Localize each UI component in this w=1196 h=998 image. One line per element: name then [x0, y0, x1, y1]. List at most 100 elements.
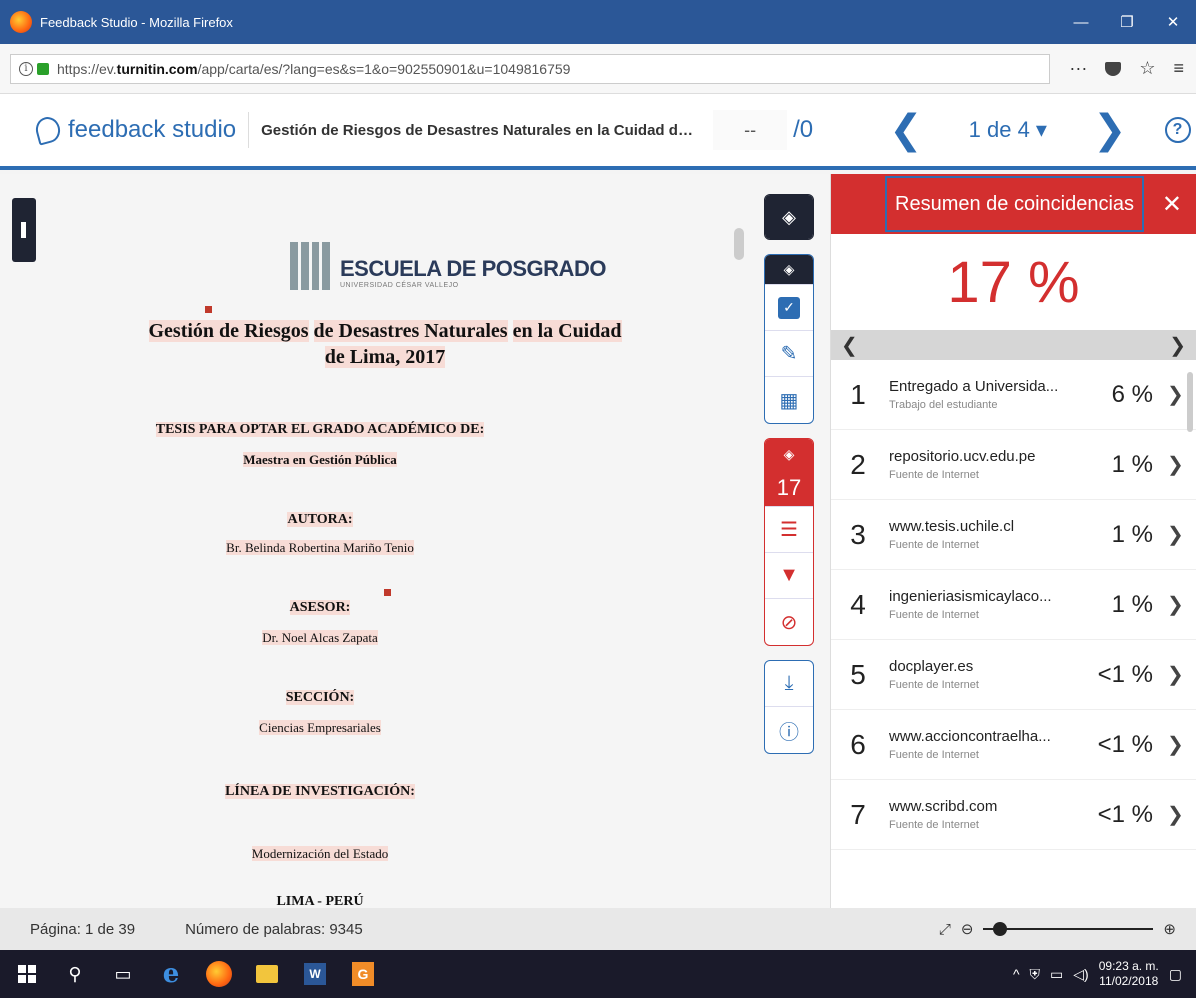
chevron-right-icon[interactable]: ❯ [1167, 382, 1184, 407]
match-marker-icon[interactable] [205, 306, 212, 313]
panel-title: Resumen de coincidencias [885, 176, 1145, 232]
search-icon[interactable]: ⚲ [54, 950, 96, 998]
feedback-edit-icon[interactable]: ✎ [765, 331, 813, 377]
chevron-right-icon[interactable]: ❯ [1167, 802, 1184, 827]
window-controls: — ❐ ✕ [1058, 0, 1196, 44]
title-highlight-3[interactable]: de Desastres Naturales [313, 320, 508, 342]
match-type: Fuente de Internet [889, 609, 979, 621]
menu-icon[interactable]: ≡ [1173, 58, 1184, 79]
url-prefix: https://ev. [57, 60, 117, 77]
match-row[interactable]: 5 docplayer.es Fuente de Internet <1 % ❯ [831, 640, 1196, 710]
pocket-icon[interactable] [1105, 61, 1122, 76]
similarity-score-button[interactable]: 17 [765, 469, 813, 507]
info-icon[interactable]: i [19, 61, 33, 76]
browser-action-icons: ··· ☆ ≡ [1069, 58, 1184, 79]
security-shield-icon[interactable]: ⛨ [1030, 966, 1041, 983]
help-icon[interactable]: ? [1164, 117, 1191, 143]
ucv-crest-logo [290, 242, 330, 290]
file-explorer-icon[interactable] [246, 950, 288, 998]
grading-checkbox-icon[interactable]: ✓ [765, 285, 813, 331]
title-highlight-1[interactable]: Gestión de [148, 320, 245, 342]
match-row[interactable]: 2 repositorio.ucv.edu.pe Fuente de Inter… [831, 430, 1196, 500]
filter-icon[interactable]: ▼ [765, 553, 813, 599]
download-icon[interactable]: ⤓ [765, 661, 813, 707]
match-overview-icon[interactable]: ☰ [765, 507, 813, 553]
chevron-right-icon[interactable]: ❯ [1167, 662, 1184, 687]
minimize-button[interactable]: — [1058, 0, 1104, 44]
match-list: 1 Entregado a Universida... Trabajo del … [831, 360, 1196, 850]
panel-scrollbar[interactable] [1187, 372, 1193, 432]
grading-layer-icon[interactable]: ◈ [765, 255, 813, 285]
chevron-right-icon[interactable]: ❯ [1167, 522, 1184, 547]
pager-prev-icon[interactable]: ❮ [841, 333, 858, 358]
match-marker-icon[interactable] [384, 589, 391, 596]
address-bar[interactable]: i https://ev.turnitin.com/app/carta/es/?… [10, 53, 1050, 84]
match-row[interactable]: 4 ingenieriasismicaylaco... Fuente de In… [831, 570, 1196, 640]
bookmark-star-icon[interactable]: ☆ [1139, 58, 1155, 79]
close-window-button[interactable]: ✕ [1150, 0, 1196, 44]
windows-taskbar: ⚲ ▭ e W G ^ ⛨ ▭ ◁) 09:23 a. m. 11/02/201… [0, 950, 1196, 998]
app-g-icon[interactable]: G [342, 950, 384, 998]
zoom-slider[interactable] [983, 922, 1154, 936]
feedback-studio-logo-icon [33, 114, 63, 146]
similarity-layer-icon[interactable]: ◈ [765, 439, 813, 469]
match-source: ingenieriasismicaylaco... Fuente de Inte… [889, 588, 1081, 621]
page-count: Página: 1 de 39 [30, 920, 136, 938]
chevron-right-icon[interactable]: ❯ [1167, 452, 1184, 477]
prev-paper-button[interactable]: ❮ [889, 107, 923, 153]
tray-chevron-icon[interactable]: ^ [1013, 966, 1020, 982]
match-row[interactable]: 1 Entregado a Universida... Trabajo del … [831, 360, 1196, 430]
match-source: www.accioncontraelha... Fuente de Intern… [889, 728, 1081, 761]
document-page: ESCUELA DE POSGRADO UNIVERSIDAD CÉSAR VA… [40, 194, 730, 909]
section-label: SECCIÓN: [285, 690, 355, 705]
task-view-icon[interactable]: ▭ [102, 950, 144, 998]
match-row[interactable]: 3 www.tesis.uchile.cl Fuente de Internet… [831, 500, 1196, 570]
zoom-out-icon[interactable]: ⊖ [961, 920, 974, 938]
match-row[interactable]: 7 www.scribd.com Fuente de Internet <1 %… [831, 780, 1196, 850]
document-title[interactable]: Gestión de Riesgos de Desastres Naturale… [261, 122, 701, 139]
research-line-label: LÍNEA DE INVESTIGACIÓN: [225, 784, 415, 799]
similarity-tools-group: ◈ 17 ☰ ▼ ⊘ [764, 438, 814, 646]
exclude-icon[interactable]: ⊘ [765, 599, 813, 645]
grade-total: /0 [793, 116, 814, 143]
chevron-right-icon[interactable]: ❯ [1167, 592, 1184, 617]
fit-page-icon[interactable]: ⤢ [939, 921, 951, 938]
layers-icon[interactable]: ◈ [765, 195, 813, 239]
title-highlight-4[interactable]: en la Cuidad [512, 320, 622, 342]
rubric-grid-icon[interactable]: ▦ [765, 377, 813, 423]
side-panel-handle[interactable] [12, 198, 36, 262]
close-panel-icon[interactable]: ✕ [1162, 190, 1182, 219]
window-titlebar: Feedback Studio - Mozilla Firefox — ❐ ✕ [0, 0, 1196, 44]
match-type: Trabajo del estudiante [889, 399, 998, 411]
page-actions-icon[interactable]: ··· [1069, 58, 1087, 79]
document-scrollbar[interactable] [734, 228, 744, 260]
browser-toolbar: i https://ev.turnitin.com/app/carta/es/?… [0, 44, 1196, 94]
restore-button[interactable]: ❐ [1104, 0, 1150, 44]
title-highlight-2[interactable]: Riesgos [244, 320, 309, 342]
grade-input[interactable]: -- [713, 110, 788, 150]
network-icon[interactable]: ▭ [1050, 966, 1063, 983]
layers-toggle[interactable]: ◈ [764, 194, 814, 240]
match-number: 2 [850, 448, 866, 480]
start-button[interactable] [6, 950, 48, 998]
match-name: www.accioncontraelha... [889, 728, 1051, 745]
info-icon[interactable]: ⓘ [765, 707, 813, 753]
chevron-right-icon[interactable]: ❯ [1167, 732, 1184, 757]
match-name: ingenieriasismicaylaco... [889, 588, 1052, 605]
edge-icon[interactable]: e [150, 950, 192, 998]
volume-icon[interactable]: ◁) [1073, 966, 1088, 983]
title-highlight-5[interactable]: de Lima, 2017 [324, 346, 446, 368]
paper-select-dropdown[interactable]: 1 de 4 ▾ [969, 117, 1047, 143]
firefox-taskbar-icon[interactable] [198, 950, 240, 998]
match-name: docplayer.es [889, 658, 974, 675]
word-icon[interactable]: W [294, 950, 336, 998]
zoom-in-icon[interactable]: ⊕ [1163, 920, 1176, 938]
next-paper-button[interactable]: ❯ [1093, 107, 1127, 153]
pager-next-icon[interactable]: ❯ [1169, 333, 1186, 358]
clock[interactable]: 09:23 a. m. 11/02/2018 [1099, 959, 1159, 989]
match-row[interactable]: 6 www.accioncontraelha... Fuente de Inte… [831, 710, 1196, 780]
match-source: www.scribd.com Fuente de Internet [889, 798, 1081, 831]
zoom-slider-thumb[interactable] [993, 922, 1008, 936]
notifications-icon[interactable]: ▢ [1169, 966, 1182, 983]
lock-icon[interactable] [37, 62, 49, 75]
